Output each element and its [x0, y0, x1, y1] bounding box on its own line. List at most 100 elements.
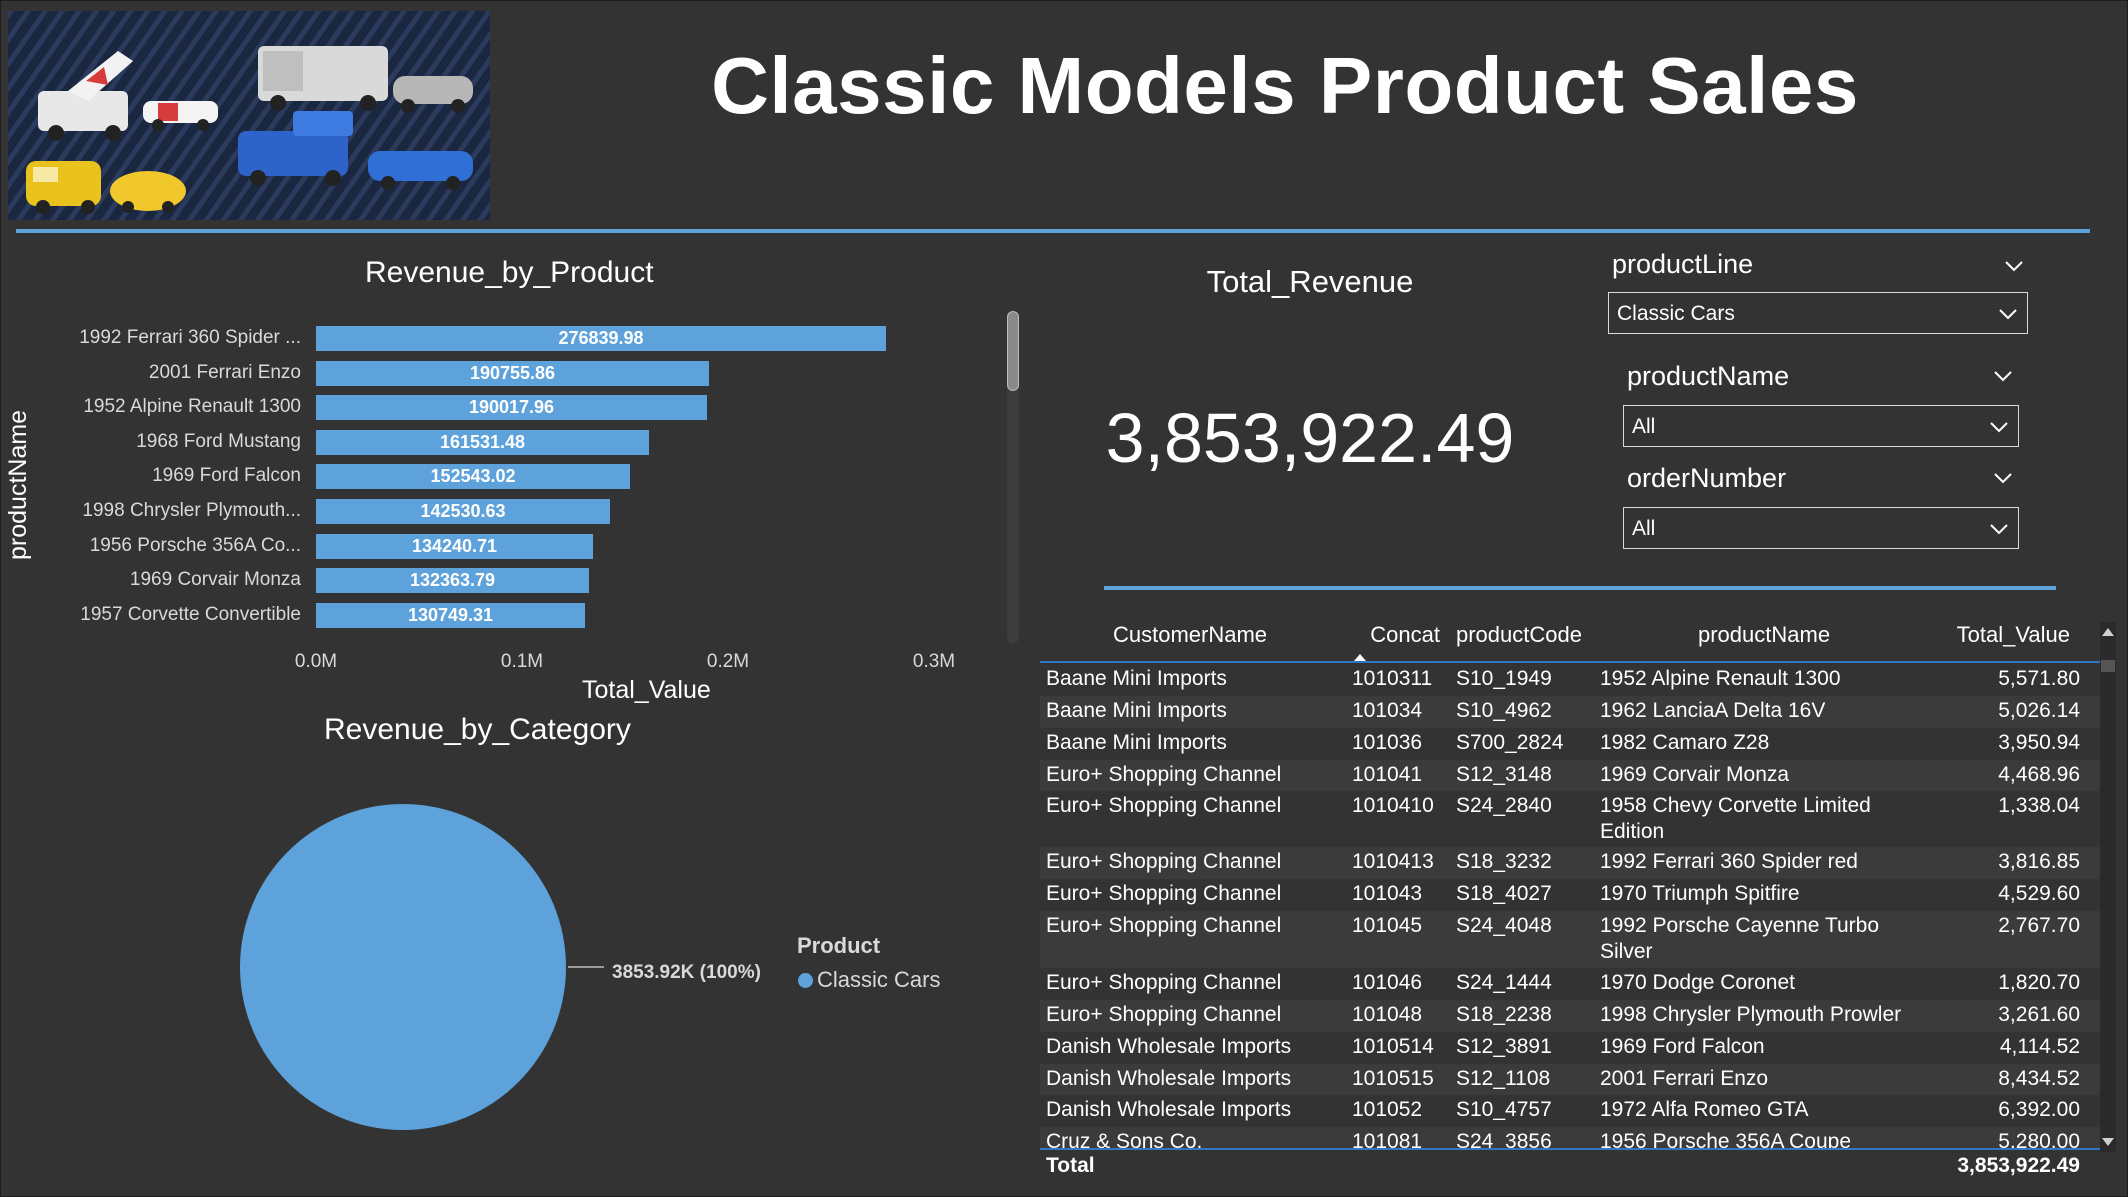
pie-data-label: 3853.92K (100%)	[612, 962, 761, 983]
chevron-down-icon	[1990, 524, 2008, 535]
cell-concat: 1010515	[1352, 1067, 1434, 1090]
cell-customer-name: Euro+ Shopping Channel	[1046, 1003, 1282, 1026]
order-number-dropdown[interactable]: All	[1623, 507, 2019, 549]
column-header-product-name[interactable]: productName	[1698, 622, 1830, 648]
bar-data-label: 152543.02	[430, 466, 516, 486]
table-divider	[1104, 586, 2056, 590]
cell-product-name: 1956 Porsche 356A Coupe	[1600, 1130, 1852, 1149]
bar[interactable]: 152543.02	[316, 464, 630, 489]
chevron-down-icon	[1999, 309, 2017, 320]
revenue-by-product-title: Revenue_by_Product	[365, 256, 654, 289]
cell-product-code: S18_2238	[1456, 1003, 1552, 1026]
product-line-dropdown[interactable]: Classic Cars	[1608, 292, 2028, 334]
cell-customer-name: Euro+ Shopping Channel	[1046, 971, 1282, 994]
cell-total-value: 3,950.94	[1998, 731, 2080, 754]
cell-total-value: 6,392.00	[1998, 1098, 2080, 1121]
column-header-product-code[interactable]: productCode	[1456, 622, 1582, 648]
bar-category-label: 2001 Ferrari Enzo	[148, 362, 301, 383]
legend-item-classic-cars[interactable]: Classic Cars	[798, 967, 940, 993]
cell-total-value: 1,338.04	[1998, 794, 2080, 817]
table-row[interactable]: Euro+ Shopping Channel 101046 S24_1444 1970…	[1040, 968, 2100, 1000]
bar[interactable]: 134240.71	[316, 534, 593, 559]
column-header-concat[interactable]: Concat	[1360, 622, 1440, 648]
scroll-down-arrow-icon[interactable]	[2102, 1138, 2114, 1146]
bar[interactable]: 190755.86	[316, 361, 709, 386]
cell-customer-name: Danish Wholesale Imports	[1046, 1035, 1292, 1058]
table-row[interactable]: Danish Wholesale Imports 1010514 S12_3891 1…	[1040, 1032, 2100, 1064]
cell-product-name: 1952 Alpine Renault 1300	[1600, 667, 1841, 690]
bar-category-label: 1957 Corvette Convertible	[80, 604, 301, 625]
table-row[interactable]: Euro+ Shopping Channel 101045 S24_4048 1992…	[1040, 911, 2100, 968]
cell-product-code: S700_2824	[1456, 731, 1564, 754]
total-value: 3,853,922.49	[1957, 1154, 2080, 1177]
table-row[interactable]: Euro+ Shopping Channel 101043 S18_4027 1970…	[1040, 879, 2100, 911]
table-row[interactable]: Cruz & Sons Co. 101081 S24_3856 1956 Porsch…	[1040, 1127, 2100, 1149]
total-label: Total	[1046, 1154, 1095, 1177]
sales-table[interactable]: CustomerName Concat productCode productN…	[1040, 612, 2100, 1180]
chart-scrollbar-thumb[interactable]	[1007, 311, 1019, 391]
bar-data-label: 132363.79	[409, 570, 496, 590]
y-axis-title: productName	[4, 409, 32, 560]
cell-product-name: 1958 Chevy Corvette Limited Edition	[1600, 794, 1871, 843]
legend-item-label: Classic Cars	[817, 967, 941, 992]
cell-product-code: S24_3856	[1456, 1130, 1552, 1149]
cell-concat: 1010514	[1352, 1035, 1434, 1058]
cell-customer-name: Baane Mini Imports	[1046, 667, 1227, 690]
slicer-header-product-line[interactable]: productLine	[1612, 249, 1753, 280]
scroll-up-arrow-icon[interactable]	[2102, 628, 2114, 636]
cell-total-value: 3,261.60	[1998, 1003, 2080, 1026]
cell-product-name: 1970 Triumph Spitfire	[1600, 882, 1800, 905]
table-row[interactable]: Euro+ Shopping Channel 1010413 S18_3232 199…	[1040, 847, 2100, 879]
cell-product-name: 1982 Camaro Z28	[1600, 731, 1770, 754]
product-name-dropdown[interactable]: All	[1623, 405, 2019, 447]
table-row[interactable]: Danish Wholesale Imports 1010515 S12_1108 2…	[1040, 1064, 2100, 1095]
revenue-by-category-pie[interactable]	[230, 795, 604, 1145]
cell-total-value: 3,816.85	[1998, 850, 2080, 873]
legend-dot-icon	[798, 972, 813, 988]
cell-concat: 1010311	[1352, 667, 1433, 690]
cell-total-value: 2,767.70	[1998, 914, 2080, 937]
cell-product-code: S24_2840	[1456, 794, 1552, 817]
cell-customer-name: Euro+ Shopping Channel	[1046, 850, 1282, 873]
cell-concat: 101034	[1352, 699, 1423, 722]
cell-product-name: 1998 Chrysler Plymouth Prowler	[1600, 1003, 1902, 1026]
bar[interactable]: 132363.79	[316, 568, 589, 593]
cell-customer-name: Euro+ Shopping Channel	[1046, 882, 1282, 905]
cell-customer-name: Cruz & Sons Co.	[1046, 1130, 1203, 1149]
table-row[interactable]: Euro+ Shopping Channel 101048 S18_2238 1998…	[1040, 1000, 2100, 1032]
cell-product-name: 1970 Dodge Coronet	[1600, 971, 1795, 994]
bar-category-label: 1992 Ferrari 360 Spider ...	[79, 327, 301, 348]
cell-total-value: 4,114.52	[1999, 1035, 2080, 1058]
table-row[interactable]: Baane Mini Imports 101034 S10_4962 1962 Lan…	[1040, 696, 2100, 728]
chevron-down-icon[interactable]	[1992, 467, 2014, 489]
bar-data-label: 130749.31	[407, 605, 494, 625]
column-header-total-value[interactable]: Total_Value	[1920, 622, 2070, 648]
bar[interactable]: 190017.96	[316, 395, 707, 420]
bar[interactable]: 142530.63	[316, 499, 610, 524]
table-row[interactable]: Baane Mini Imports 1010311 S10_1949 1952 Al…	[1040, 664, 2100, 696]
table-total-row: Total 3,853,922.49	[1040, 1150, 2100, 1180]
slicer-header-product-name[interactable]: productName	[1627, 361, 1789, 392]
table-row[interactable]: Baane Mini Imports 101036 S700_2824 1982 Ca…	[1040, 728, 2100, 760]
table-scrollbar-track[interactable]	[2100, 622, 2116, 1152]
table-row[interactable]: Euro+ Shopping Channel 1010410 S24_2840 195…	[1040, 791, 2100, 847]
bar[interactable]: 161531.48	[316, 430, 649, 455]
pie-slice-classic-cars[interactable]	[240, 804, 566, 1130]
chevron-down-icon[interactable]	[1992, 365, 2014, 387]
slicer-header-order-number[interactable]: orderNumber	[1627, 463, 1786, 494]
cell-product-name: 1992 Porsche Cayenne Turbo Silver	[1600, 914, 1880, 963]
chevron-down-icon	[1990, 422, 2008, 433]
chevron-down-icon[interactable]	[2003, 255, 2025, 277]
cell-product-code: S18_4027	[1456, 882, 1552, 905]
table-row[interactable]: Euro+ Shopping Channel 101041 S12_3148 1969…	[1040, 760, 2100, 791]
bar[interactable]: 130749.31	[316, 603, 585, 628]
cell-concat: 101046	[1352, 971, 1423, 994]
column-header-customer-name[interactable]: CustomerName	[1113, 622, 1267, 648]
table-row[interactable]: Danish Wholesale Imports 101052 S10_4757 19…	[1040, 1095, 2100, 1127]
bar[interactable]: 276839.98	[316, 326, 886, 351]
bar-data-label: 190755.86	[469, 363, 556, 383]
total-revenue-title: Total_Revenue	[1206, 264, 1414, 299]
order-number-selected-value: All	[1632, 517, 1656, 540]
table-scrollbar-thumb[interactable]	[2101, 660, 2115, 672]
cell-concat: 101045	[1352, 914, 1423, 937]
